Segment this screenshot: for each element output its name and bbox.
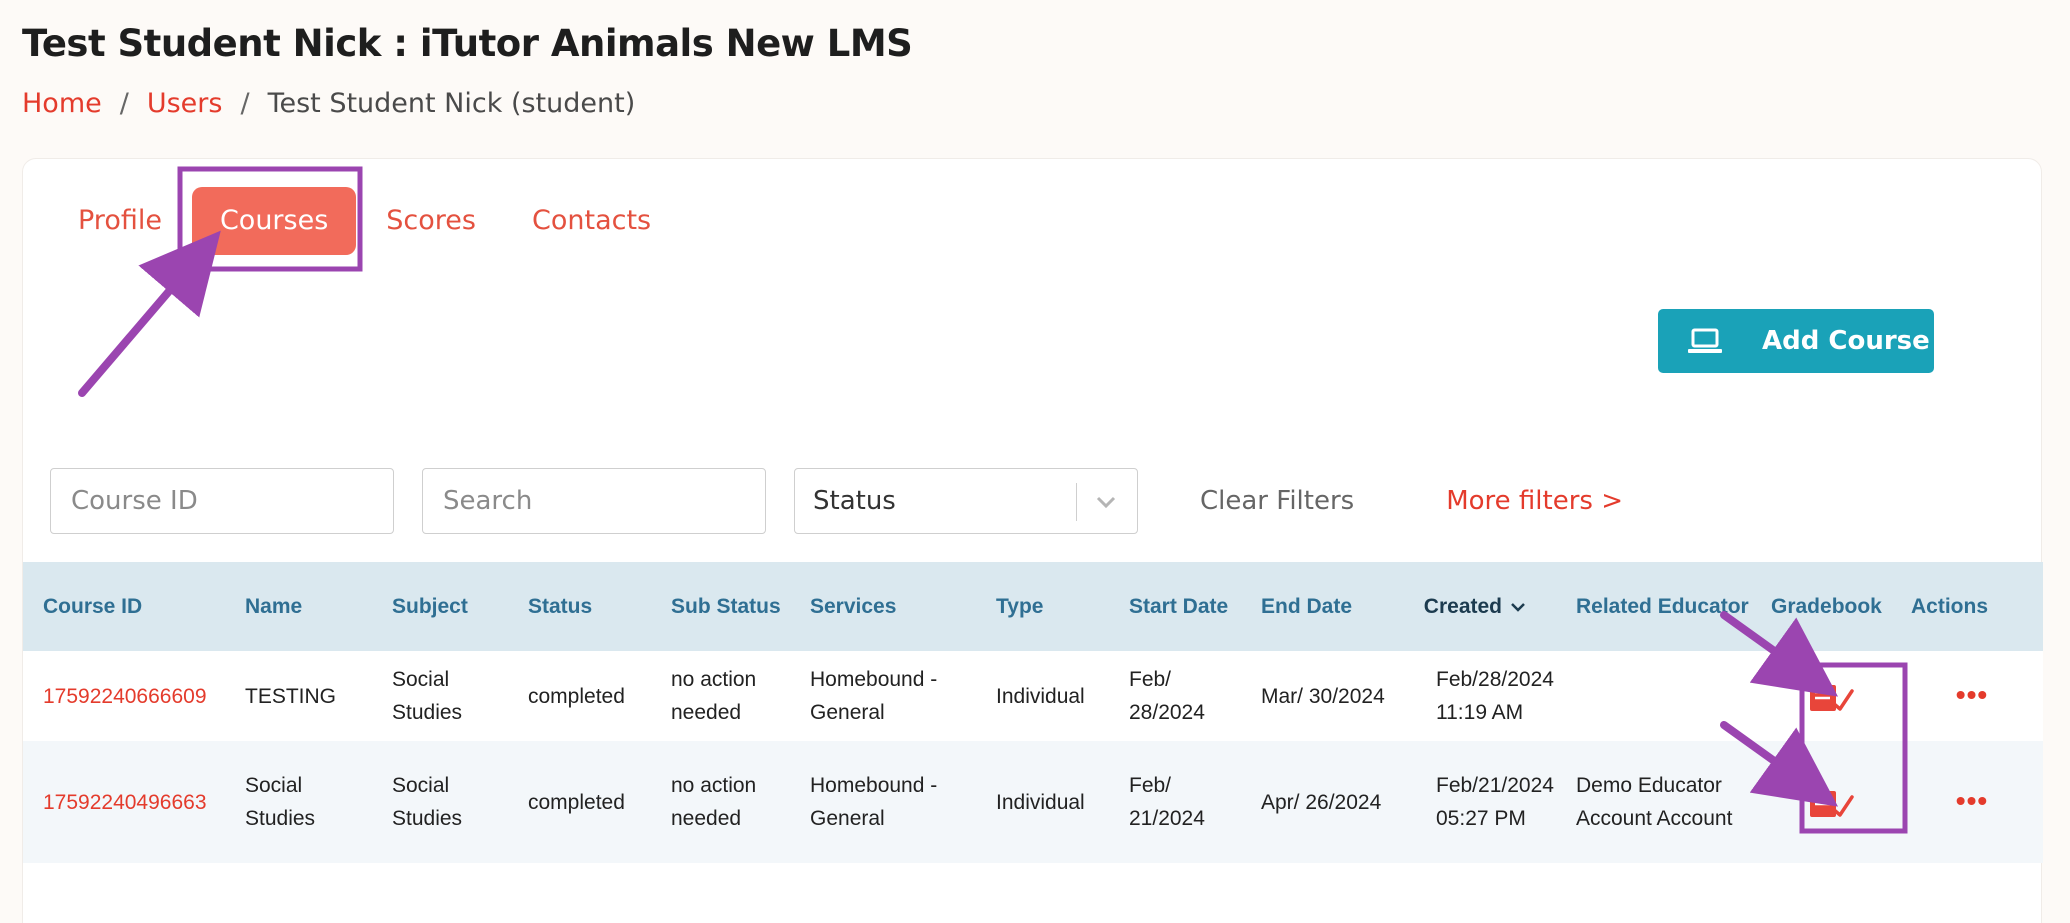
cell-services: Homebound - General [810, 668, 938, 724]
cell-type: Individual [996, 790, 1085, 814]
breadcrumb: Home / Users / Test Student Nick (studen… [22, 88, 635, 119]
cell-created: Feb/21/2024 05:27 PM [1436, 774, 1554, 830]
tab-contacts[interactable]: Contacts [504, 187, 679, 255]
cell-start-date: Feb/ 28/2024 [1129, 668, 1205, 724]
more-filters-link[interactable]: More filters > [1446, 486, 1623, 516]
cell-subject: Social Studies [392, 774, 463, 830]
cell-end-date: Apr/ 26/2024 [1261, 790, 1382, 814]
cell-name: Social Studies [245, 774, 316, 830]
breadcrumb-separator: / [119, 88, 129, 119]
clear-filters-button[interactable]: Clear Filters [1200, 486, 1354, 516]
filter-bar: Status Clear Filters More filters > [50, 468, 1623, 534]
breadcrumb-current: Test Student Nick (student) [267, 88, 636, 119]
tab-scores[interactable]: Scores [358, 187, 504, 255]
col-actions[interactable]: Actions [1901, 562, 2043, 651]
tab-profile[interactable]: Profile [78, 187, 190, 255]
breadcrumb-users[interactable]: Users [147, 88, 223, 119]
cell-gradebook [1761, 651, 1901, 741]
col-services[interactable]: Services [800, 562, 986, 651]
table-row: 17592240496663 Social Studies Social Stu… [23, 741, 2043, 863]
status-select[interactable]: Status [794, 468, 1138, 534]
cell-related-educator: Demo Educator Account Account [1576, 774, 1733, 830]
table-row: 17592240666609 TESTING Social Studies co… [23, 651, 2043, 741]
add-course-label: Add Course [1762, 326, 1930, 356]
cell-sub-status: no action needed [671, 668, 757, 724]
sort-chevron-down-icon [1511, 603, 1525, 613]
course-id-link[interactable]: 17592240496663 [43, 791, 207, 814]
cell-type: Individual [996, 684, 1085, 708]
col-course-id[interactable]: Course ID [23, 562, 235, 651]
cell-services: Homebound - General [810, 774, 938, 830]
cell-related-educator [1566, 651, 1761, 741]
col-status[interactable]: Status [518, 562, 661, 651]
col-name[interactable]: Name [235, 562, 382, 651]
col-sub-status[interactable]: Sub Status [661, 562, 800, 651]
col-created[interactable]: Created [1396, 562, 1566, 651]
col-type[interactable]: Type [986, 562, 1119, 651]
status-select-value: Status [813, 486, 896, 516]
gradebook-icon[interactable] [1808, 681, 1854, 713]
table-header-row: Course ID Name Subject Status Sub Status… [23, 562, 2043, 651]
chevron-down-icon [1096, 496, 1116, 509]
tab-bar: Profile Courses Scores Contacts [78, 187, 679, 255]
col-start-date[interactable]: Start Date [1119, 562, 1251, 651]
breadcrumb-home[interactable]: Home [22, 88, 102, 119]
cell-gradebook [1761, 741, 1901, 863]
laptop-icon [1688, 328, 1722, 353]
col-subject[interactable]: Subject [382, 562, 518, 651]
cell-status: completed [528, 790, 625, 814]
cell-subject: Social Studies [392, 668, 463, 724]
course-id-input[interactable] [50, 468, 394, 534]
courses-table: Course ID Name Subject Status Sub Status… [23, 562, 2043, 863]
gradebook-icon[interactable] [1808, 787, 1854, 819]
breadcrumb-separator: / [240, 88, 250, 119]
more-actions-icon[interactable]: ••• [1956, 785, 1988, 816]
cell-actions: ••• [1901, 651, 2043, 741]
course-id-link[interactable]: 17592240666609 [43, 685, 207, 708]
col-gradebook[interactable]: Gradebook [1761, 562, 1901, 651]
cell-start-date: Feb/ 21/2024 [1129, 774, 1205, 830]
col-created-label: Created [1423, 595, 1502, 618]
cell-name: TESTING [245, 684, 337, 708]
add-course-button[interactable]: Add Course [1658, 309, 1934, 373]
col-related-educator[interactable]: Related Educator [1566, 562, 1761, 651]
content-card: Profile Courses Scores Contacts Add Cour… [22, 158, 2043, 923]
search-input[interactable] [422, 468, 766, 534]
cell-created: Feb/28/2024 11:19 AM [1436, 668, 1554, 724]
more-actions-icon[interactable]: ••• [1956, 679, 1988, 710]
cell-status: completed [528, 684, 625, 708]
cell-actions: ••• [1901, 741, 2043, 863]
cell-end-date: Mar/ 30/2024 [1261, 684, 1385, 708]
page-title: Test Student Nick : iTutor Animals New L… [22, 22, 913, 65]
cell-sub-status: no action needed [671, 774, 757, 830]
tab-courses[interactable]: Courses [191, 187, 357, 255]
select-divider [1076, 483, 1077, 521]
col-end-date[interactable]: End Date [1251, 562, 1396, 651]
